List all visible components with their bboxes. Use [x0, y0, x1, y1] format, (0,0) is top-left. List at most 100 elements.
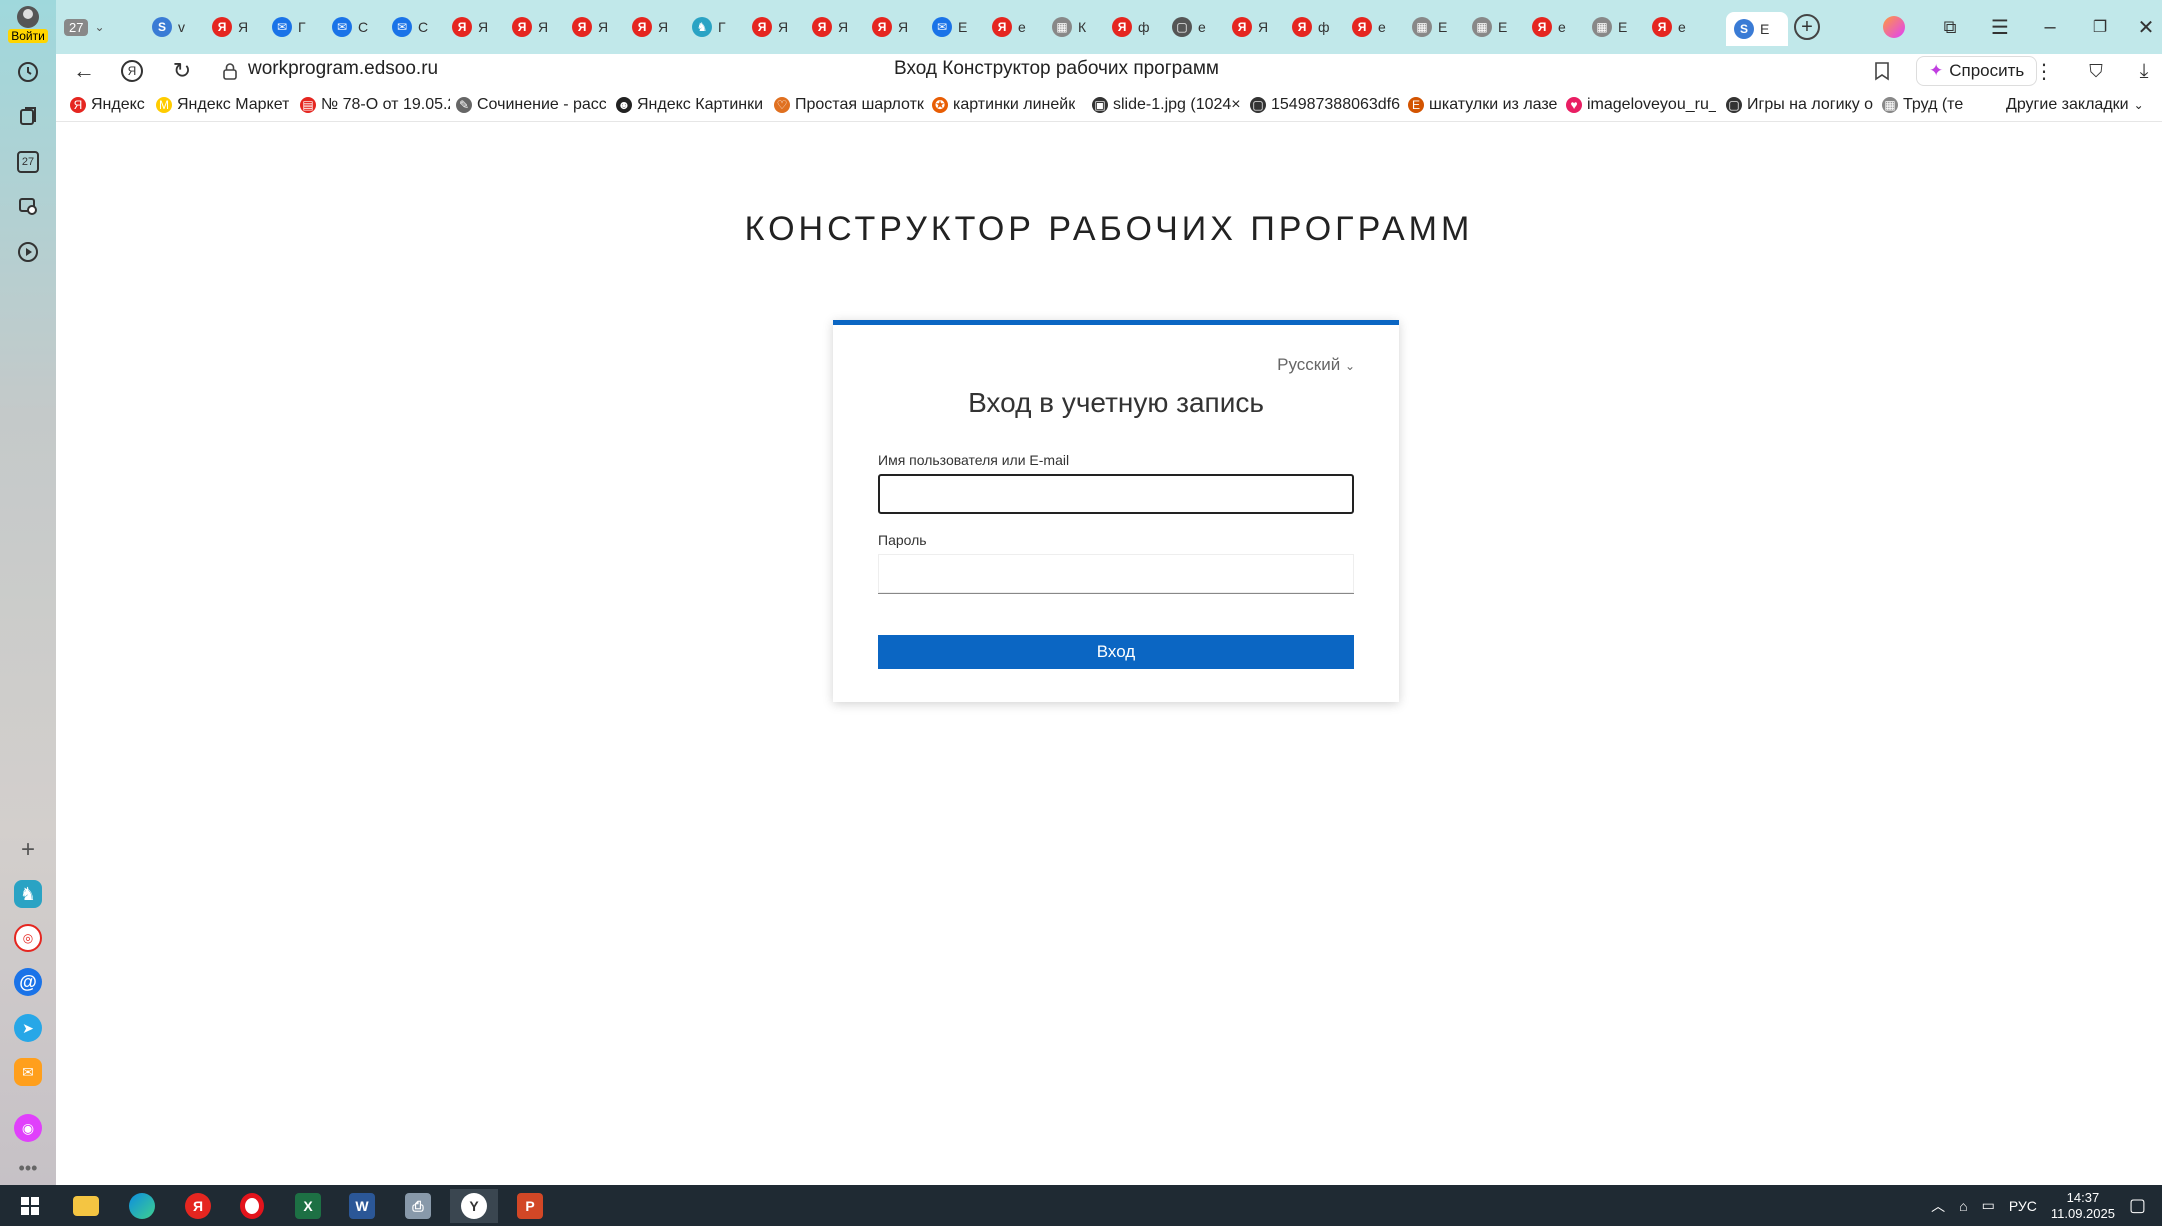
new-tab-button[interactable]: + — [1790, 10, 1824, 44]
tab-item[interactable]: ЯЯ — [1224, 12, 1282, 42]
login-button[interactable]: Вход — [878, 635, 1354, 669]
tab-item[interactable]: Яф — [1284, 12, 1342, 42]
word-icon[interactable]: W — [338, 1189, 386, 1223]
restore-icon[interactable]: ❐ — [2082, 10, 2118, 44]
yandex-icon[interactable]: Я — [174, 1189, 222, 1223]
excel-icon[interactable]: X — [284, 1189, 332, 1223]
more-vertical-icon[interactable]: ⋮ — [2026, 54, 2062, 88]
plus-icon: + — [1794, 14, 1820, 40]
extensions-icon[interactable]: ⛉ — [2078, 54, 2114, 88]
tab-item[interactable]: Яе — [1344, 12, 1402, 42]
tab-item[interactable]: ✉ С — [324, 12, 382, 42]
tabs-overview-icon[interactable]: ⧉ — [1932, 10, 1968, 44]
screenshot-icon[interactable] — [8, 186, 48, 226]
sidebar-app-yandex[interactable]: ◎ — [8, 918, 48, 958]
bookmark-item[interactable]: ▤ № 78-О от 19.05.2 — [300, 96, 450, 114]
profile-button[interactable]: Войти — [4, 6, 52, 46]
reload-icon[interactable]: ↻ — [164, 54, 200, 88]
tab-item[interactable]: ЯЯ — [744, 12, 802, 42]
tab-item[interactable]: ✉ Г — [264, 12, 322, 42]
bookmark-icon[interactable] — [1864, 54, 1900, 88]
bookmark-item[interactable]: ▢ Игры на логику о — [1726, 96, 1873, 114]
back-arrow-icon[interactable]: ← — [66, 54, 102, 88]
powerpoint-icon[interactable]: P — [506, 1189, 554, 1223]
tab-item[interactable]: ✉ С — [384, 12, 442, 42]
bookmark-item[interactable]: ✎ Сочинение - расс — [456, 96, 606, 114]
language-selector[interactable]: Русский ⌄ — [1277, 355, 1355, 375]
edge-icon[interactable] — [118, 1189, 166, 1223]
add-panel-icon[interactable]: + — [8, 830, 48, 870]
bookmark-item[interactable]: ♡ Простая шарлотк — [774, 96, 924, 114]
history-icon[interactable] — [8, 52, 48, 92]
tab-item[interactable]: ЯЯ — [864, 12, 922, 42]
tab-item[interactable]: ЯЯ — [444, 12, 502, 42]
login-card: Русский ⌄ Вход в учетную запись Имя поль… — [833, 320, 1399, 702]
sidebar-app-alice[interactable]: ◉ — [8, 1108, 48, 1148]
tab-item[interactable]: ЯЯ — [564, 12, 622, 42]
bookmark-favicon: ▦ — [1882, 97, 1898, 113]
more-icon[interactable]: ••• — [8, 1148, 48, 1188]
tab-counter[interactable]: 27 ⌄ — [56, 12, 126, 42]
chevron-down-icon[interactable]: ⌄ — [94, 20, 104, 34]
bookmark-item[interactable]: ▣ slide-1.jpg (1024× — [1092, 96, 1241, 114]
yandex-home-icon[interactable]: Я — [114, 54, 150, 88]
bookmark-item[interactable]: Eшкатулки из лазе — [1408, 96, 1557, 114]
bookmark-item[interactable]: ✪ картинки линейк — [932, 96, 1075, 114]
tab-item[interactable]: ЯЯ — [504, 12, 562, 42]
notifications-icon[interactable]: ▢ — [2129, 1195, 2146, 1216]
yandex-browser-icon[interactable]: Y — [450, 1189, 498, 1223]
download-icon[interactable]: ⤓ — [2126, 54, 2162, 88]
tab-favicon: ▢ — [1172, 17, 1192, 37]
bookmark-favicon: E — [1408, 97, 1424, 113]
tab-item[interactable]: Sv — [144, 12, 202, 42]
tab-item[interactable]: Яф — [1104, 12, 1162, 42]
tab-item[interactable]: ▦ Е — [1464, 12, 1522, 42]
input-language[interactable]: РУС — [2009, 1198, 2037, 1214]
close-icon[interactable]: ✕ — [2128, 10, 2162, 44]
tab-active[interactable]: S Е — [1726, 12, 1788, 46]
ask-button[interactable]: ✦ Спросить — [1916, 56, 2038, 86]
tab-item[interactable]: ЯЯ — [204, 12, 262, 42]
tab-item[interactable]: Яе — [1644, 12, 1702, 42]
sidebar-app-telegram[interactable]: ➤ — [8, 1008, 48, 1048]
file-explorer-icon[interactable] — [62, 1189, 110, 1223]
network-icon[interactable]: ⌂ — [1959, 1198, 1967, 1214]
tab-item[interactable]: ЯЯ — [804, 12, 862, 42]
tab-item[interactable]: ♞ Г — [684, 12, 742, 42]
url-text[interactable]: workprogram.edsoo.ru — [248, 58, 438, 80]
clock[interactable]: 14:37 11.09.2025 — [2051, 1190, 2115, 1222]
sidebar-app-messenger[interactable]: ✉ — [8, 1052, 48, 1092]
tab-item[interactable]: ▦ Е — [1584, 12, 1642, 42]
alice-assistant-icon[interactable] — [1876, 10, 1912, 44]
minimize-icon[interactable]: – — [2032, 10, 2068, 44]
sidebar-app-chess[interactable]: ♞ — [8, 874, 48, 914]
monitor-icon[interactable]: ▭ — [1982, 1197, 1995, 1214]
tab-item[interactable]: ✉ Е — [924, 12, 982, 42]
tab-strip: 27 ⌄ Sv Я Я ✉ Г ✉ С ✉ С Я Я Я Я Я Я Я Я ♞ Г Я Я Я Я Я Я ✉ Е Яе ▦ К Яф ▢… — [56, 0, 2162, 54]
other-bookmarks[interactable]: Другие закладки ⌄ — [2006, 96, 2144, 114]
bookmark-item[interactable]: ♥ imageloveyou_ru_ — [1566, 96, 1716, 114]
sidebar-app-mail[interactable]: @ — [8, 962, 48, 1002]
bookmark-item[interactable]: ☻ Яндекс Картинки — [616, 96, 763, 114]
tab-item[interactable]: ▢ е — [1164, 12, 1222, 42]
menu-icon[interactable]: ☰ — [1982, 10, 2018, 44]
tab-item[interactable]: Яе — [1524, 12, 1582, 42]
opera-icon[interactable] — [228, 1189, 276, 1223]
bookmark-item[interactable]: M Яндекс Маркет — [156, 96, 289, 114]
printer-app-icon[interactable]: ⎙ — [394, 1189, 442, 1223]
play-video-icon[interactable] — [8, 232, 48, 272]
start-button[interactable] — [6, 1189, 54, 1223]
collections-icon[interactable] — [8, 96, 48, 136]
tab-item[interactable]: Яе — [984, 12, 1042, 42]
username-input[interactable] — [878, 474, 1354, 514]
tab-item[interactable]: ▦ Е — [1404, 12, 1462, 42]
tab-item[interactable]: ЯЯ — [624, 12, 682, 42]
tab-item[interactable]: ▦ К — [1044, 12, 1102, 42]
calendar-icon[interactable]: 27 — [8, 142, 48, 182]
password-input[interactable] — [878, 554, 1354, 594]
bookmark-item[interactable]: ▢ 154987388063df6 — [1250, 96, 1400, 114]
bookmark-item[interactable]: Я Яндекс — [70, 96, 145, 114]
lock-icon[interactable] — [212, 54, 248, 88]
chevron-up-icon[interactable]: ︿ — [1931, 1196, 1945, 1216]
bookmark-item[interactable]: ▦ Труд (те — [1882, 96, 1963, 114]
